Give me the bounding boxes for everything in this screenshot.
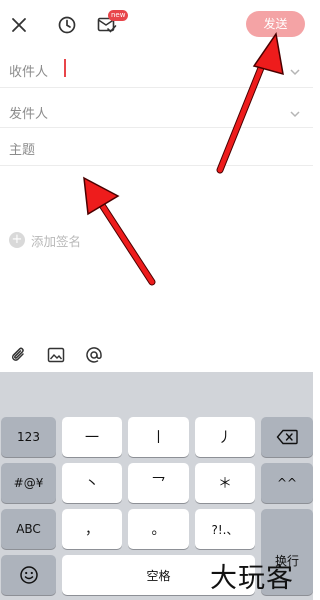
key-label: 空格 — [146, 568, 171, 583]
subject-field[interactable]: 主题 — [0, 128, 313, 166]
key-label: ＊ — [218, 476, 232, 492]
key-abc[interactable]: ABC — [1, 509, 56, 549]
key-label: 一 — [85, 430, 99, 446]
key-comma[interactable]: ， — [62, 509, 122, 549]
key-label: ^^ — [276, 476, 298, 490]
key-label: 丨 — [151, 430, 166, 446]
chevron-down-icon[interactable] — [289, 63, 301, 76]
key-label: ， — [85, 522, 99, 538]
key-shu[interactable]: 丨 — [128, 417, 189, 457]
from-field[interactable]: 发件人 — [0, 92, 313, 128]
body-editor[interactable] — [0, 166, 313, 338]
key-label: #@¥ — [13, 476, 44, 490]
key-asterisk[interactable]: ＊ — [195, 463, 255, 503]
key-label: ABC — [16, 522, 41, 536]
clock-icon[interactable] — [56, 14, 78, 36]
watermark: 大玩客 — [210, 563, 294, 594]
key-punctuation[interactable]: ?!.、 — [195, 509, 255, 549]
compose-toolbar: new 发送 — [0, 0, 313, 50]
emoji-key[interactable] — [1, 555, 56, 595]
key-symbols[interactable]: #@¥ — [1, 463, 56, 503]
key-period[interactable]: 。 — [128, 509, 189, 549]
close-icon[interactable] — [8, 14, 30, 36]
key-label: 丶 — [85, 476, 99, 492]
add-signature-button[interactable]: + 添加签名 — [9, 231, 81, 249]
from-label: 发件人 — [9, 107, 49, 122]
send-button[interactable]: 发送 — [246, 11, 305, 37]
key-heng[interactable]: 一 — [62, 417, 122, 457]
key-zhe[interactable]: 乛 — [128, 463, 189, 503]
paperclip-icon[interactable] — [8, 344, 30, 366]
key-label: ?!.、 — [211, 522, 239, 537]
key-pie[interactable]: 丿 — [195, 417, 255, 457]
key-123[interactable]: 123 — [1, 417, 56, 457]
key-dian[interactable]: 丶 — [62, 463, 122, 503]
add-signature-label: 添加签名 — [31, 233, 82, 249]
chevron-down-icon[interactable] — [289, 105, 301, 118]
new-badge: new — [108, 10, 129, 21]
key-emoticon[interactable]: ^^ — [261, 463, 313, 503]
emoji-icon — [19, 566, 38, 584]
delete-icon — [276, 429, 298, 445]
attachment-toolbar — [0, 338, 313, 372]
delete-key[interactable] — [261, 417, 313, 457]
to-field[interactable]: 收件人 — [0, 50, 313, 88]
key-label: 。 — [151, 522, 166, 538]
text-cursor — [64, 59, 66, 77]
subject-label: 主题 — [9, 143, 36, 158]
at-icon[interactable] — [83, 344, 105, 366]
key-label: 乛 — [151, 476, 166, 492]
key-label: 123 — [17, 430, 40, 444]
key-label: 丿 — [218, 430, 232, 446]
image-icon[interactable] — [45, 344, 67, 366]
plus-icon: + — [9, 232, 25, 248]
to-label: 收件人 — [9, 65, 49, 80]
